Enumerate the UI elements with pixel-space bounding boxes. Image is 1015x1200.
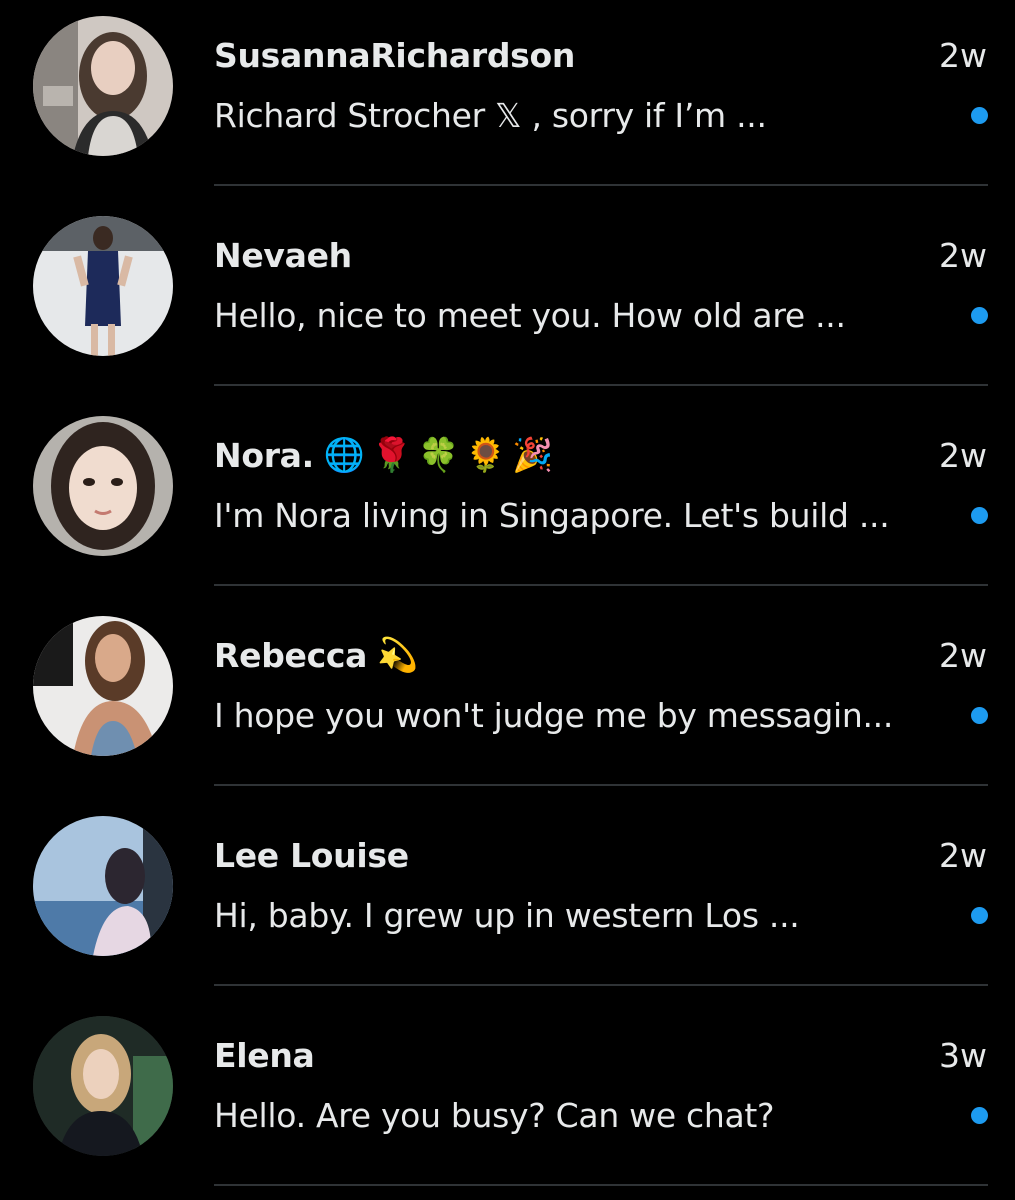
conversation-item[interactable]: Lee Louise 2w Hi, baby. I grew up in wes… (0, 800, 1015, 1000)
unread-dot-icon (971, 107, 988, 124)
conversation-item[interactable]: Nora. 🌐🌹🍀🌻🎉 2w I'm Nora living in Singap… (0, 400, 1015, 600)
conversation-item[interactable]: Nevaeh 2w Hello, nice to meet you. How o… (0, 200, 1015, 400)
avatar[interactable] (33, 816, 173, 956)
timestamp: 2w (939, 635, 987, 675)
conversation-item[interactable]: Elena 3w Hello. Are you busy? Can we cha… (0, 1000, 1015, 1200)
divider (214, 1184, 988, 1186)
avatar[interactable] (33, 216, 173, 356)
avatar-photo (33, 416, 173, 556)
divider (214, 984, 988, 986)
message-preview: I'm Nora living in Singapore. Let's buil… (214, 495, 890, 535)
sender-name: Lee Louise (214, 835, 409, 875)
unread-dot-icon (971, 1107, 988, 1124)
timestamp: 2w (939, 35, 987, 75)
avatar-photo (33, 16, 173, 156)
message-preview: Hello, nice to meet you. How old are ... (214, 295, 846, 335)
timestamp: 2w (939, 235, 987, 275)
message-preview: Hello. Are you busy? Can we chat? (214, 1095, 775, 1135)
divider (214, 184, 988, 186)
sender-name: Rebecca (214, 635, 368, 675)
divider (214, 784, 988, 786)
timestamp: 3w (939, 1035, 987, 1075)
avatar[interactable] (33, 1016, 173, 1156)
name-emojis: 💫 (377, 635, 425, 674)
message-preview: Richard Strocher 𝕏 , sorry if I’m ... (214, 95, 767, 135)
unread-dot-icon (971, 707, 988, 724)
message-preview: Hi, baby. I grew up in western Los ... (214, 895, 800, 935)
timestamp: 2w (939, 435, 987, 475)
message-preview: I hope you won't judge me by messagin... (214, 695, 894, 735)
timestamp: 2w (939, 835, 987, 875)
avatar[interactable] (33, 16, 173, 156)
divider (214, 384, 988, 386)
avatar-photo (33, 1016, 173, 1156)
sender-name: Elena (214, 1035, 315, 1075)
name-emojis: 🌐🌹🍀🌻🎉 (323, 435, 560, 474)
conversation-item[interactable]: Rebecca 💫 2w I hope you won't judge me b… (0, 600, 1015, 800)
sender-name: Nora. (214, 435, 314, 475)
unread-dot-icon (971, 507, 988, 524)
avatar[interactable] (33, 416, 173, 556)
conversation-item[interactable]: SusannaRichardson 2w Richard Strocher 𝕏 … (0, 0, 1015, 200)
unread-dot-icon (971, 307, 988, 324)
unread-dot-icon (971, 907, 988, 924)
avatar-photo (33, 216, 173, 356)
conversation-list: SusannaRichardson 2w Richard Strocher 𝕏 … (0, 0, 1015, 1200)
avatar-photo (33, 816, 173, 956)
avatar[interactable] (33, 616, 173, 756)
divider (214, 584, 988, 586)
avatar-photo (33, 616, 173, 756)
sender-name: Nevaeh (214, 235, 352, 275)
sender-name: SusannaRichardson (214, 35, 576, 75)
